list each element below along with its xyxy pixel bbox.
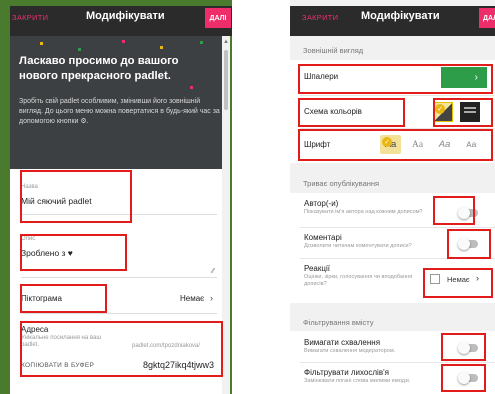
scrollbar-thumb[interactable] <box>224 50 228 110</box>
comments-hint: Дозволити читачам коментувати дописи? <box>304 243 412 249</box>
welcome-heading: Ласкаво просимо до вашого нового прекрас… <box>19 55 179 82</box>
chevron-right-icon[interactable]: › <box>210 293 213 303</box>
panel-title: Модифікувати <box>361 10 440 22</box>
annotation-box <box>447 229 491 259</box>
welcome-hero: Ласкаво просимо до вашого нового прекрас… <box>10 36 222 169</box>
annotation-box <box>423 268 493 298</box>
annotation-box <box>20 321 223 377</box>
confetti-decoration <box>190 86 193 89</box>
annotation-box <box>298 98 405 127</box>
annotation-box <box>441 333 486 361</box>
author-hint: Показувати ім'я автора над кожним дописо… <box>304 209 423 215</box>
close-button[interactable]: ЗАКРИТИ <box>302 13 338 22</box>
annotation-box <box>20 234 127 271</box>
confetti-decoration <box>78 48 81 51</box>
reactions-hint: Оцінки, зірки, голосування чи вподобання… <box>304 274 413 287</box>
annotation-box <box>433 98 493 127</box>
publishing-section-title: Триває опублікування <box>303 179 380 188</box>
scroll-up-arrow-icon[interactable]: ▲ <box>223 39 229 45</box>
confetti-decoration <box>122 40 125 43</box>
annotation-box <box>20 284 107 313</box>
profanity-hint: Замінювати погані слова милими емодзі. <box>304 378 411 384</box>
divider <box>300 95 495 96</box>
welcome-text: Зробіть свій padlet особливим, змінивши … <box>19 98 220 125</box>
author-label: Автор(-и) <box>304 199 339 208</box>
scrollbar[interactable]: ▲ <box>222 36 230 394</box>
filtering-section-title: Фільтрування вмісту <box>303 318 374 327</box>
reactions-label: Реакції <box>304 264 330 273</box>
appearance-section-title: Зовнішній вигляд <box>303 46 364 55</box>
next-button[interactable]: ДАЛІ <box>479 8 495 28</box>
resize-handle-icon[interactable]: ⁄⁄ <box>212 268 214 275</box>
comments-label: Коментарі <box>304 233 342 242</box>
confetti-decoration <box>200 41 203 44</box>
divider <box>300 227 495 228</box>
panel-title: Модифікувати <box>86 10 165 22</box>
divider <box>21 277 217 278</box>
close-button[interactable]: ЗАКРИТИ <box>12 13 48 22</box>
annotation-box <box>441 364 486 392</box>
next-button[interactable]: ДАЛІ <box>205 8 231 28</box>
profanity-label: Фільтрувати лихослів'я <box>304 368 389 377</box>
icon-row-value[interactable]: Немає <box>180 294 204 303</box>
confetti-decoration <box>40 42 43 45</box>
approval-hint: Вимагати схвалення модератором. <box>304 348 396 354</box>
annotation-box <box>433 196 475 225</box>
right-modify-panel: ЗАКРИТИ Модифікувати ДАЛІ Зовнішній вигл… <box>290 0 495 394</box>
annotation-box <box>298 129 493 161</box>
divider <box>300 362 495 363</box>
annotation-box <box>298 64 493 94</box>
divider <box>21 313 217 314</box>
annotation-box <box>20 170 132 223</box>
left-modify-panel: ЗАКРИТИ Модифікувати ДАЛІ Ласкаво просим… <box>0 0 232 394</box>
approval-label: Вимагати схвалення <box>304 338 381 347</box>
confetti-decoration <box>160 46 163 49</box>
